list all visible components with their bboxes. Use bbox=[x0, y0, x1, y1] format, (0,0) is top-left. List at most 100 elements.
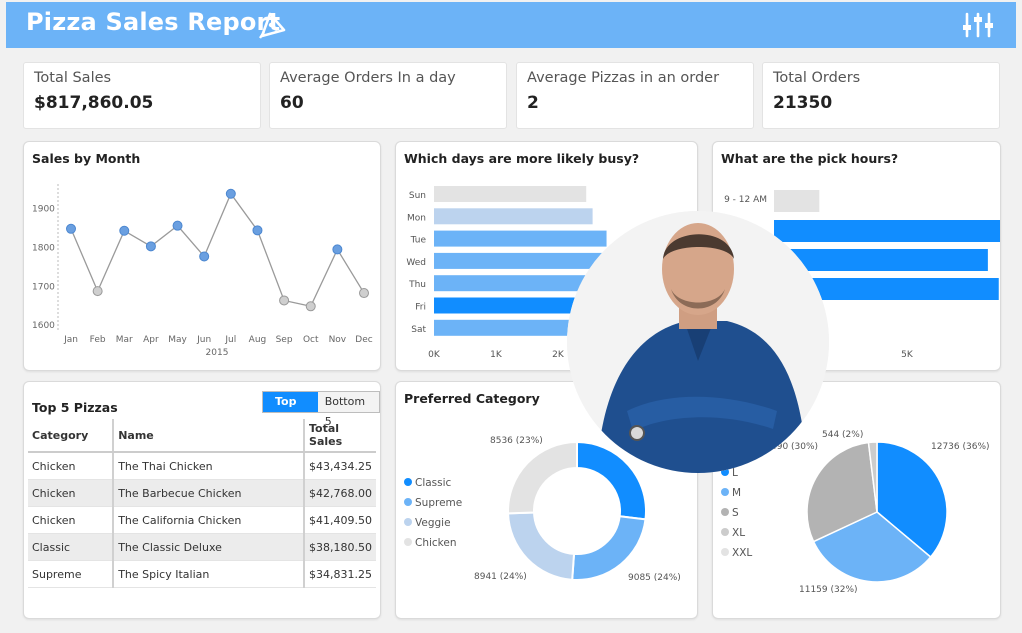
kpi-label: Total Orders bbox=[773, 70, 861, 86]
data-point bbox=[66, 223, 76, 234]
data-point bbox=[332, 244, 343, 255]
legend-marker bbox=[404, 478, 412, 486]
y-category-label: Thu bbox=[408, 280, 426, 290]
bar bbox=[434, 186, 587, 202]
legend-label: XXL bbox=[732, 547, 752, 559]
table-row[interactable]: Classic The Classic Deluxe $38,180.50 bbox=[28, 533, 376, 561]
bar bbox=[434, 230, 607, 247]
table-row[interactable]: Chicken The California Chicken $41,409.5… bbox=[28, 506, 376, 534]
sales-line bbox=[70, 192, 365, 308]
x-axis-label: 2015 bbox=[206, 348, 229, 358]
column-header-name[interactable]: Name bbox=[113, 419, 306, 453]
bar bbox=[434, 252, 603, 269]
x-tick-label: 2K bbox=[552, 350, 565, 360]
y-category-label: Sun bbox=[409, 191, 426, 201]
cell-name: The Barbecue Chicken bbox=[113, 479, 306, 507]
cell-category: Supreme bbox=[28, 560, 115, 588]
legend-label: Supreme bbox=[415, 497, 462, 509]
sales-line-chart: 1600 1700 1800 1900 Jan Feb Mar Apr May Jun Jul Aug… bbox=[32, 184, 373, 358]
x-tick-label: 5K bbox=[901, 350, 914, 360]
data-label: 11159 (32%) bbox=[799, 585, 858, 595]
kpi-value: 2 bbox=[527, 93, 539, 113]
sales-by-month-card: Sales by Month 1600 1700 1800 1900 Jan Feb Mar… bbox=[23, 141, 381, 371]
y-category-label: Sat bbox=[411, 325, 426, 335]
cell-name: The California Chicken bbox=[113, 506, 306, 534]
cell-category: Classic bbox=[28, 533, 115, 561]
cell-category: Chicken bbox=[28, 479, 115, 507]
presenter-avatar bbox=[567, 211, 829, 473]
legend-label: L bbox=[732, 467, 738, 479]
cell-name: The Thai Chicken bbox=[113, 452, 306, 480]
data-point bbox=[119, 225, 130, 236]
table-row[interactable]: Chicken The Barbecue Chicken $42,768.00 bbox=[28, 479, 376, 507]
data-point bbox=[199, 251, 210, 262]
top-pizzas-card: Top 5 Pizzas Top 5 Bottom 5 Category Nam… bbox=[23, 381, 381, 619]
legend-marker bbox=[721, 548, 729, 556]
legend-label: Chicken bbox=[415, 537, 457, 549]
y-tick-label: 1800 bbox=[32, 243, 55, 253]
cell-total-sales: $42,768.00 bbox=[304, 479, 376, 507]
x-tick-label: Dec bbox=[355, 335, 372, 345]
data-point bbox=[279, 295, 290, 306]
cell-category: Chicken bbox=[28, 506, 115, 534]
y-category-label: Wed bbox=[406, 258, 426, 268]
y-category-label: Tue bbox=[410, 236, 427, 246]
x-tick-label: May bbox=[168, 335, 187, 345]
data-label: 8941 (24%) bbox=[474, 572, 527, 582]
legend-marker bbox=[721, 488, 729, 496]
top-5-button[interactable]: Top 5 bbox=[263, 392, 318, 428]
bar bbox=[434, 208, 593, 225]
legend-marker bbox=[721, 508, 729, 516]
kpi-label: Average Pizzas in an order bbox=[527, 70, 720, 86]
report-header: Pizza Sales Report bbox=[6, 2, 1016, 48]
kpi-value: 21350 bbox=[773, 93, 833, 113]
cell-category: Chicken bbox=[28, 452, 115, 480]
cell-total-sales: $38,180.50 bbox=[304, 533, 376, 561]
top-bottom-toggle[interactable]: Top 5 Bottom 5 bbox=[262, 391, 380, 428]
y-tick-label: 1900 bbox=[32, 204, 55, 214]
page-title: Pizza Sales Report bbox=[26, 8, 281, 36]
x-tick-label: Sep bbox=[276, 335, 293, 345]
data-point bbox=[172, 220, 183, 231]
legend-marker bbox=[404, 498, 412, 506]
x-tick-label: Jul bbox=[224, 335, 236, 345]
bottom-5-button[interactable]: Bottom 5 bbox=[318, 392, 379, 428]
data-point bbox=[359, 288, 369, 299]
table-row[interactable]: Chicken The Thai Chicken $43,434.25 bbox=[28, 452, 376, 480]
legend-label: S bbox=[732, 507, 739, 519]
cell-total-sales: $34,831.25 bbox=[304, 560, 376, 588]
legend-label: Veggie bbox=[415, 517, 451, 529]
cell-name: The Spicy Italian bbox=[113, 560, 306, 588]
bar bbox=[774, 190, 820, 212]
presenter-photo bbox=[567, 211, 829, 473]
kpi-label: Total Sales bbox=[34, 70, 112, 86]
bar bbox=[774, 220, 1000, 242]
x-tick-label: Aug bbox=[249, 335, 267, 345]
data-point bbox=[92, 286, 103, 297]
x-tick-label: Apr bbox=[143, 335, 159, 345]
sliders-icon[interactable] bbox=[962, 12, 994, 38]
y-category-label: Fri bbox=[415, 303, 426, 313]
x-tick-label: Mar bbox=[116, 335, 133, 345]
x-tick-label: Jun bbox=[196, 335, 211, 345]
x-tick-label: Oct bbox=[303, 335, 319, 345]
data-label: 9085 (24%) bbox=[628, 573, 681, 583]
column-header-total-sales[interactable]: Total Sales bbox=[304, 419, 376, 453]
kpi-value: $817,860.05 bbox=[34, 93, 154, 113]
kpi-total-orders: Total Orders 21350 bbox=[762, 62, 1000, 129]
data-label: 12736 (36%) bbox=[931, 442, 990, 452]
column-header-category[interactable]: Category bbox=[28, 419, 115, 453]
top-pizzas-table: Category Name Total Sales Chicken The Th… bbox=[28, 419, 376, 588]
data-point bbox=[252, 225, 263, 236]
kpi-average-orders: Average Orders In a day 60 bbox=[269, 62, 507, 129]
table-row[interactable]: Supreme The Spicy Italian $34,831.25 bbox=[28, 560, 376, 588]
x-tick-label: Jan bbox=[63, 335, 78, 345]
kpi-total-sales: Total Sales $817,860.05 bbox=[23, 62, 261, 129]
legend-marker bbox=[404, 538, 412, 546]
donut-slice bbox=[507, 511, 576, 581]
x-tick-label: 0K bbox=[428, 350, 441, 360]
kpi-value: 60 bbox=[280, 93, 304, 113]
data-label: 544 (2%) bbox=[822, 430, 863, 440]
y-category-label: Mon bbox=[407, 213, 426, 223]
donut-slice bbox=[571, 515, 647, 581]
